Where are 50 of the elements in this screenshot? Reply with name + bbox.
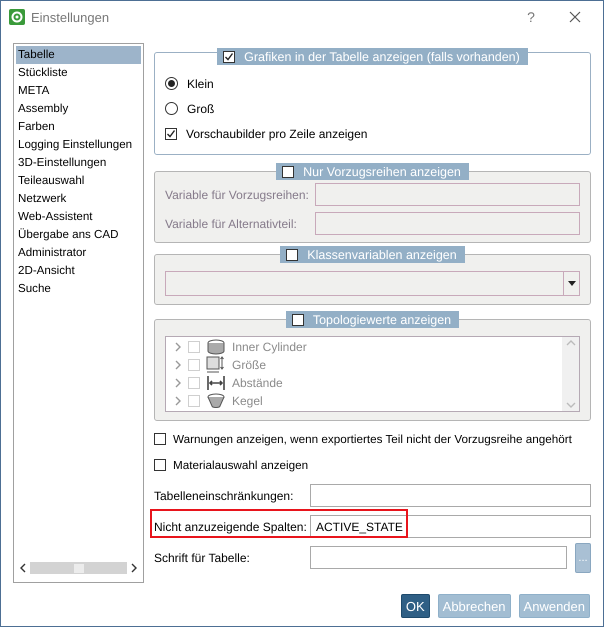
category-item[interactable]: Übergabe ans CAD	[16, 226, 141, 244]
caret-icon	[568, 281, 576, 286]
checkbox[interactable]	[223, 50, 236, 62]
group-title: Nur Vorzugsreihen anzeigen	[303, 164, 461, 178]
window-title: Einstellungen	[31, 10, 110, 24]
checkbox-option[interactable]: Warnungen anzeigen, wenn exportiertes Teil nicht der Vorzugsreihe angehört	[154, 426, 591, 452]
category-item[interactable]: Logging Einstellungen	[16, 136, 141, 154]
field-label: Tabelleneinschränkungen:	[154, 488, 294, 502]
input-field[interactable]	[310, 484, 591, 507]
close-icon	[569, 11, 581, 23]
radio-option[interactable]: Klein	[165, 71, 580, 96]
group-title: Topologiewerte anzeigen	[312, 312, 452, 326]
distance-icon	[206, 375, 226, 391]
cone-icon	[206, 393, 226, 409]
field-label: Schrift für Tabelle:	[154, 550, 251, 564]
radio-button[interactable]	[165, 102, 178, 115]
category-item[interactable]: Stückliste	[16, 64, 141, 82]
checkbox-option[interactable]: Materialauswahl anzeigen	[154, 452, 591, 478]
radio-button[interactable]	[165, 77, 178, 90]
category-item[interactable]: Teileauswahl	[16, 172, 141, 190]
checkbox[interactable]	[154, 459, 166, 471]
category-item[interactable]: Assembly	[16, 100, 141, 118]
size-icon	[206, 356, 226, 374]
dialog-button[interactable]: OK	[400, 594, 430, 618]
scroll-up-icon[interactable]	[566, 340, 576, 346]
radio-option[interactable]: Groß	[165, 96, 580, 121]
category-item[interactable]: Tabelle	[16, 46, 141, 64]
category-item[interactable]: 3D-Einstellungen	[16, 154, 141, 172]
scroll-thumb[interactable]	[74, 564, 84, 572]
field-label: Nicht anzuzeigende Spalten:	[154, 520, 308, 534]
category-item[interactable]: Web-Assistent	[16, 208, 141, 226]
checkbox-option[interactable]: Vorschaubilder pro Zeile anzeigen	[165, 121, 580, 146]
help-button[interactable]: ?	[513, 9, 549, 25]
group-title: Klassenvariablen anzeigen	[307, 248, 457, 262]
category-item[interactable]: Farben	[16, 118, 141, 136]
group-title: Grafiken in der Tabelle anzeigen (falls vorhanden)	[244, 50, 520, 64]
field-label: Variable für Alternativteil:	[165, 216, 298, 230]
category-item[interactable]: META	[16, 82, 141, 100]
app-icon	[9, 9, 25, 25]
category-item[interactable]: Administrator	[16, 244, 141, 262]
input-field[interactable]: ACTIVE_STATE	[310, 515, 591, 538]
input-field[interactable]	[310, 546, 567, 569]
category-item[interactable]: Suche	[16, 280, 141, 298]
scroll-down-icon[interactable]	[566, 402, 576, 408]
checkbox[interactable]	[154, 433, 166, 445]
checkbox[interactable]	[165, 128, 177, 140]
cylinder-icon	[206, 339, 226, 355]
field-label: Variable für Vorzugsreihen:	[165, 188, 310, 202]
category-item[interactable]: 2D-Ansicht	[16, 262, 141, 280]
category-item[interactable]: Netzwerk	[16, 190, 141, 208]
